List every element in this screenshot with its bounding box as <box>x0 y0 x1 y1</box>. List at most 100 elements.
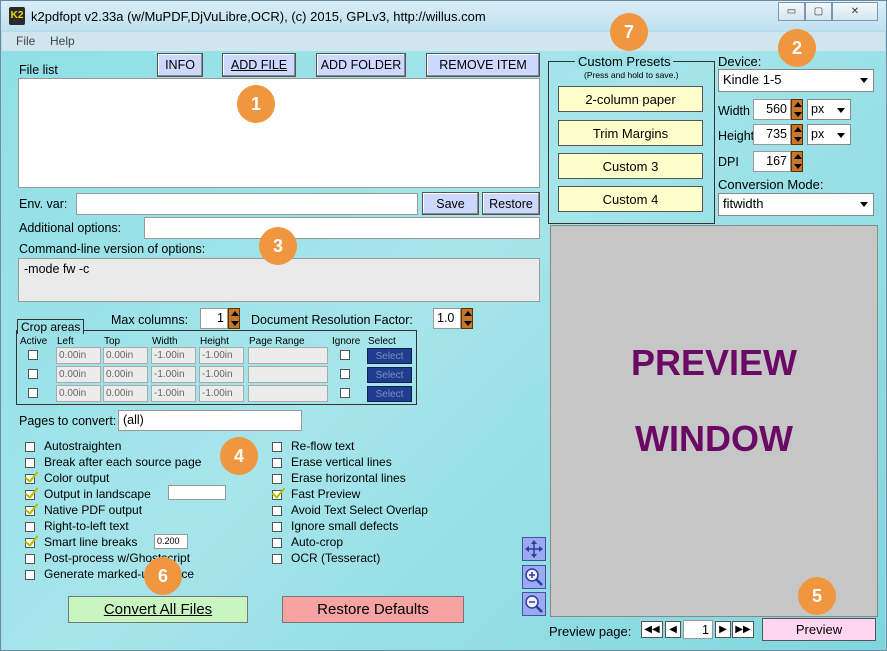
next-page-button[interactable]: ▶ <box>715 621 731 638</box>
ghostscript-checkbox[interactable] <box>25 554 35 564</box>
crop-top-input[interactable]: 0.00in <box>103 347 148 364</box>
crop-width-input[interactable]: -1.00in <box>151 366 196 383</box>
break-each-page-checkbox[interactable] <box>25 458 35 468</box>
output-landscape-checkbox[interactable] <box>25 490 35 500</box>
height-unit-select[interactable]: px <box>807 124 851 145</box>
crop-header-page-range: Page Range <box>249 336 305 347</box>
crop-ignore-checkbox[interactable] <box>340 388 350 398</box>
info-button[interactable]: INFO <box>157 53 203 77</box>
autostraighten-checkbox[interactable] <box>25 442 35 452</box>
maximize-button[interactable]: ▢ <box>805 2 832 21</box>
window-title: k2pdfopt v2.33a (w/MuPDF,DjVuLibre,OCR),… <box>31 9 486 24</box>
landscape-value-input[interactable] <box>168 485 226 500</box>
zoom-out-icon <box>525 595 543 613</box>
right-to-left-checkbox[interactable] <box>25 522 35 532</box>
crop-page-range-input[interactable] <box>248 366 328 383</box>
resolution-factor-input[interactable]: 1.0 <box>433 308 461 329</box>
preview-button[interactable]: Preview <box>762 618 876 641</box>
crop-select-button[interactable]: Select <box>367 348 412 364</box>
crop-select-button[interactable]: Select <box>367 367 412 383</box>
crop-page-range-input[interactable] <box>248 385 328 402</box>
erase-horizontal-checkbox[interactable] <box>272 474 282 484</box>
device-select[interactable]: Kindle 1-5 <box>718 69 874 92</box>
zoom-in-button[interactable] <box>522 565 546 589</box>
height-input[interactable]: 735 <box>753 124 791 145</box>
smart-line-breaks-checkbox[interactable] <box>25 538 35 548</box>
erase-vertical-checkbox[interactable] <box>272 458 282 468</box>
color-output-checkbox[interactable] <box>25 474 35 484</box>
env-save-button[interactable]: Save <box>422 192 479 215</box>
crop-row-active-checkbox[interactable] <box>28 369 38 379</box>
menu-file[interactable]: File <box>16 34 35 48</box>
crop-height-input[interactable]: -1.00in <box>199 366 244 383</box>
preview-page-input[interactable]: 1 <box>683 620 713 639</box>
close-button[interactable]: ✕ <box>832 2 878 21</box>
chevron-down-icon <box>857 196 871 212</box>
width-input[interactable]: 560 <box>753 99 791 120</box>
native-pdf-checkbox[interactable] <box>25 506 35 516</box>
dpi-spinner[interactable] <box>791 151 803 172</box>
crop-ignore-checkbox[interactable] <box>340 350 350 360</box>
pages-to-convert-input[interactable]: (all) <box>118 410 302 431</box>
crop-top-input[interactable]: 0.00in <box>103 385 148 402</box>
remove-item-button[interactable]: REMOVE ITEM <box>426 53 540 77</box>
add-file-button[interactable]: ADD FILE <box>222 53 296 77</box>
crop-height-input[interactable]: -1.00in <box>199 347 244 364</box>
resolution-factor-spinner[interactable] <box>461 308 473 329</box>
add-folder-button[interactable]: ADD FOLDER <box>316 53 406 77</box>
max-columns-input[interactable]: 1 <box>200 308 228 329</box>
file-list-box[interactable] <box>18 78 540 188</box>
main-panel: File list INFO ADD FILE ADD FOLDER REMOV… <box>2 13 885 650</box>
preset-2-column-button[interactable]: 2-column paper <box>558 86 703 112</box>
ignore-defects-checkbox[interactable] <box>272 522 282 532</box>
preview-window[interactable]: PREVIEW WINDOW <box>550 225 878 617</box>
reflow-text-checkbox[interactable] <box>272 442 282 452</box>
menu-help[interactable]: Help <box>50 34 75 48</box>
preset-trim-margins-button[interactable]: Trim Margins <box>558 120 703 146</box>
dpi-input[interactable]: 167 <box>753 151 791 172</box>
fast-preview-checkbox[interactable] <box>272 490 282 500</box>
preset-custom-3-button[interactable]: Custom 3 <box>558 153 703 179</box>
first-page-button[interactable]: ◀◀ <box>641 621 663 638</box>
annotation-badge-3: 3 <box>259 227 297 265</box>
additional-options-input[interactable] <box>144 217 540 239</box>
height-spinner[interactable] <box>791 124 803 145</box>
crop-select-button[interactable]: Select <box>367 386 412 402</box>
env-var-input[interactable] <box>76 193 418 215</box>
width-unit-select[interactable]: px <box>807 99 851 120</box>
zoom-out-button[interactable] <box>522 592 546 616</box>
width-spinner[interactable] <box>791 99 803 120</box>
zoom-fit-button[interactable] <box>522 537 546 561</box>
last-page-button[interactable]: ▶▶ <box>732 621 754 638</box>
minimize-button[interactable]: ▭ <box>778 2 805 21</box>
env-restore-button[interactable]: Restore <box>482 192 540 215</box>
crop-left-input[interactable]: 0.00in <box>56 347 101 364</box>
chevron-down-icon <box>857 72 871 88</box>
convert-all-button[interactable]: Convert All Files <box>68 596 248 623</box>
crop-top-input[interactable]: 0.00in <box>103 366 148 383</box>
preview-text-line1: PREVIEW <box>630 342 798 383</box>
conversion-mode-select[interactable]: fitwidth <box>718 193 874 216</box>
zoom-in-icon <box>525 568 543 586</box>
crop-width-input[interactable]: -1.00in <box>151 347 196 364</box>
crop-ignore-checkbox[interactable] <box>340 369 350 379</box>
avoid-overlap-checkbox[interactable] <box>272 506 282 516</box>
max-columns-spinner[interactable] <box>228 308 240 329</box>
env-var-label: Env. var: <box>19 197 68 211</box>
preset-custom-4-button[interactable]: Custom 4 <box>558 186 703 212</box>
smart-line-breaks-input[interactable]: 0.200 <box>154 534 188 549</box>
crop-header-width: Width <box>152 336 178 347</box>
crop-page-range-input[interactable] <box>248 347 328 364</box>
prev-page-button[interactable]: ◀ <box>665 621 681 638</box>
restore-defaults-button[interactable]: Restore Defaults <box>282 596 464 623</box>
crop-row-active-checkbox[interactable] <box>28 388 38 398</box>
crop-width-input[interactable]: -1.00in <box>151 385 196 402</box>
crop-left-input[interactable]: 0.00in <box>56 385 101 402</box>
crop-left-input[interactable]: 0.00in <box>56 366 101 383</box>
auto-crop-checkbox[interactable] <box>272 538 282 548</box>
crop-header-select: Select <box>368 336 396 347</box>
marked-up-source-checkbox[interactable] <box>25 570 35 580</box>
ocr-checkbox[interactable] <box>272 554 282 564</box>
crop-row-active-checkbox[interactable] <box>28 350 38 360</box>
crop-height-input[interactable]: -1.00in <box>199 385 244 402</box>
